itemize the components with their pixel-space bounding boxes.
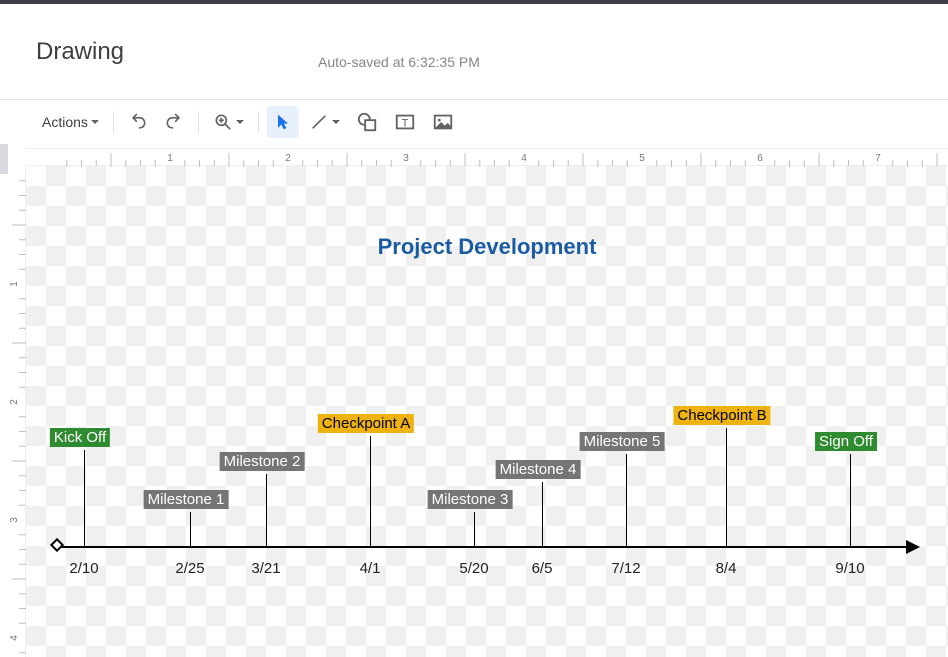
separator	[198, 111, 199, 133]
event-tick	[626, 454, 627, 546]
svg-text:7: 7	[875, 153, 881, 164]
shape-tool[interactable]	[350, 106, 384, 138]
undo-icon	[128, 112, 148, 132]
separator	[113, 111, 114, 133]
chevron-down-icon	[332, 120, 340, 124]
event-label: Kick Off	[50, 428, 110, 447]
event-tick	[190, 512, 191, 546]
shape-icon	[356, 111, 378, 133]
drawing-canvas: Project Development Kick Off 2/10 Mileston…	[26, 166, 948, 657]
event-date: 6/5	[532, 560, 553, 577]
event-tick	[726, 428, 727, 546]
event-tick	[84, 450, 85, 546]
select-tool[interactable]	[267, 106, 299, 138]
row-header-stub	[0, 144, 8, 174]
event-date: 4/1	[360, 560, 381, 577]
timeline-end-arrow	[906, 540, 920, 554]
event-label: Sign Off	[815, 432, 877, 451]
event-tick	[542, 482, 543, 546]
event-date: 5/20	[459, 560, 488, 577]
event-label: Milestone 2	[220, 452, 305, 471]
zoom-menu[interactable]	[207, 106, 250, 138]
event-label: Milestone 4	[496, 460, 581, 479]
svg-text:3: 3	[403, 153, 409, 164]
redo-icon	[164, 112, 184, 132]
event-label: Milestone 1	[144, 490, 229, 509]
event-label: Checkpoint A	[318, 414, 414, 433]
event-tick	[850, 454, 851, 546]
line-icon	[309, 112, 329, 132]
event-tick	[474, 512, 475, 546]
header: Drawing Auto-saved at 6:32:35 PM	[0, 4, 948, 100]
drawing-title: Project Development	[26, 234, 948, 260]
event-date: 3/21	[251, 560, 280, 577]
svg-text:3: 3	[9, 517, 20, 523]
svg-text:1: 1	[9, 281, 20, 287]
redo-button[interactable]	[158, 106, 190, 138]
svg-text:4: 4	[521, 153, 527, 164]
canvas-area[interactable]: Project Development Kick Off 2/10 Mileston…	[26, 166, 948, 657]
svg-text:2: 2	[285, 153, 291, 164]
textbox-icon: T	[394, 111, 416, 133]
actions-label: Actions	[42, 114, 88, 130]
event-date: 8/4	[716, 560, 737, 577]
event-date: 2/25	[175, 560, 204, 577]
zoom-icon	[213, 112, 233, 132]
event-label: Milestone 3	[428, 490, 513, 509]
image-tool[interactable]	[426, 106, 460, 138]
undo-button[interactable]	[122, 106, 154, 138]
page-title: Drawing	[36, 38, 124, 66]
autosave-status: Auto-saved at 6:32:35 PM	[318, 54, 480, 70]
cursor-icon	[273, 112, 293, 132]
event-label: Checkpoint B	[673, 406, 770, 425]
chevron-down-icon	[91, 120, 99, 124]
event-tick	[370, 436, 371, 546]
event-date: 2/10	[69, 560, 98, 577]
timeline-axis	[58, 546, 918, 548]
event-tick	[266, 474, 267, 546]
horizontal-ruler: 1 2 3 4 5 6 7	[26, 148, 948, 166]
svg-text:1: 1	[167, 153, 173, 164]
svg-text:T: T	[402, 118, 409, 130]
event-label: Milestone 5	[580, 432, 665, 451]
line-tool[interactable]	[303, 106, 346, 138]
timeline-start-marker	[50, 538, 64, 552]
event-date: 7/12	[611, 560, 640, 577]
toolbar: Actions T	[0, 100, 948, 144]
image-icon	[432, 111, 454, 133]
textbox-tool[interactable]: T	[388, 106, 422, 138]
svg-text:6: 6	[757, 153, 763, 164]
chevron-down-icon	[236, 120, 244, 124]
svg-text:2: 2	[9, 399, 20, 405]
vertical-ruler: 1 2 3 4	[8, 166, 26, 657]
event-date: 9/10	[835, 560, 864, 577]
svg-text:5: 5	[639, 153, 645, 164]
separator	[258, 111, 259, 133]
actions-menu[interactable]: Actions	[36, 106, 105, 138]
svg-text:4: 4	[9, 635, 20, 641]
